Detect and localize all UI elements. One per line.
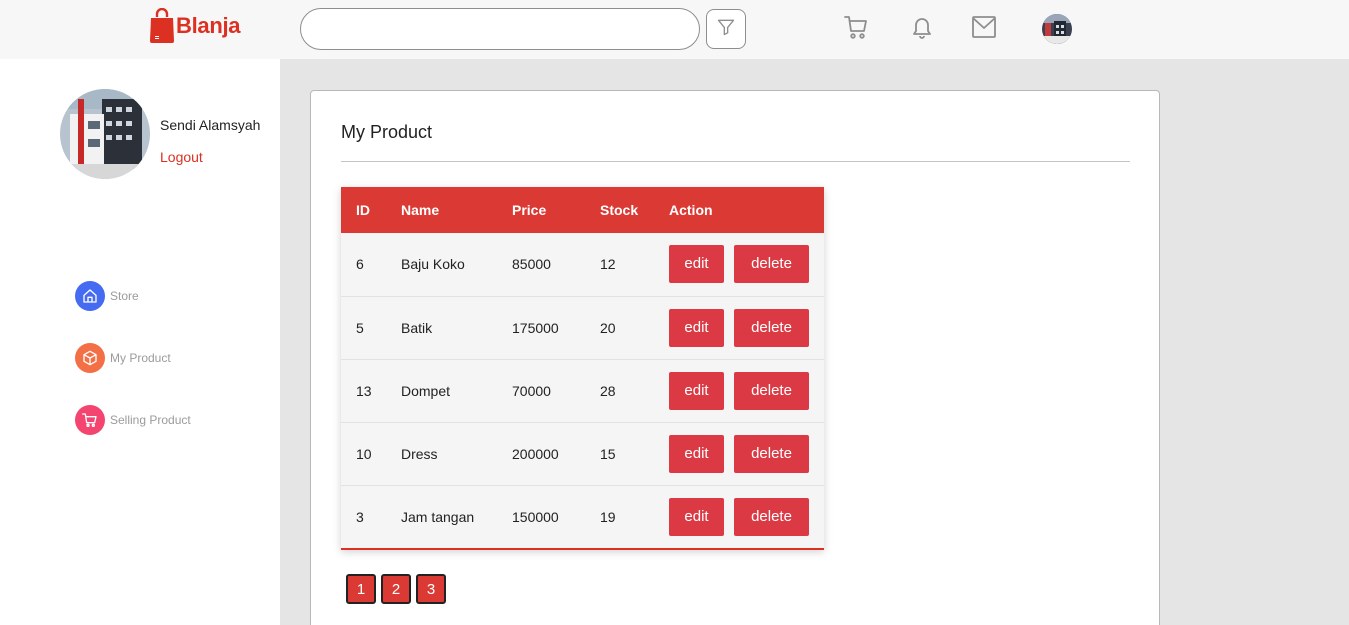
sidebar-item-my-product[interactable]: My Product	[75, 343, 171, 373]
cell-action: edit delete	[669, 359, 824, 422]
table-row: 10 Dress 200000 15 edit delete	[341, 422, 824, 485]
product-table: ID Name Price Stock Action 6 Baju Koko 8…	[341, 187, 824, 550]
cell-price: 85000	[512, 256, 551, 273]
cell-id: 5	[356, 319, 364, 336]
cell-price: 150000	[512, 508, 559, 525]
delete-button[interactable]: delete	[734, 371, 809, 410]
column-header-stock: Stock	[600, 202, 639, 218]
sidebar-item-store[interactable]: Store	[75, 281, 139, 311]
cell-name: Baju Koko	[401, 256, 465, 273]
profile-name: Sendi Alamsyah	[160, 117, 261, 133]
shopping-bag-icon	[149, 7, 175, 43]
search-input[interactable]	[300, 8, 700, 50]
cell-action: edit delete	[669, 296, 824, 359]
cell-id: 13	[356, 382, 372, 399]
logout-link[interactable]: Logout	[160, 149, 203, 165]
delete-button[interactable]: delete	[734, 434, 809, 473]
filter-icon	[716, 17, 736, 42]
top-navbar: Blanja	[0, 0, 1349, 59]
page-button-2[interactable]: 2	[381, 574, 411, 604]
cell-stock: 28	[600, 382, 616, 399]
cart-icon	[75, 405, 105, 435]
profile-avatar	[60, 89, 150, 179]
delete-button[interactable]: delete	[734, 497, 809, 536]
sidebar-item-label: My Product	[110, 351, 171, 365]
divider	[341, 161, 1130, 162]
edit-button[interactable]: edit	[669, 497, 724, 536]
bell-icon	[910, 14, 934, 45]
delete-button[interactable]: delete	[734, 245, 809, 284]
cell-id: 10	[356, 445, 372, 462]
page-title: My Product	[341, 122, 433, 142]
cell-id: 3	[356, 508, 364, 525]
cell-name: Batik	[401, 319, 433, 336]
table-header-row: ID Name Price Stock Action	[341, 187, 824, 233]
cell-stock: 15	[600, 445, 616, 462]
table-row: 6 Baju Koko 85000 12 edit delete	[341, 233, 824, 296]
column-header-action: Action	[669, 202, 713, 218]
cell-price: 70000	[512, 382, 551, 399]
filter-button[interactable]	[706, 9, 746, 49]
table-row: 5 Batik 175000 20 edit delete	[341, 296, 824, 359]
sidebar: Sendi Alamsyah Logout Store My Product S…	[0, 59, 280, 625]
sidebar-item-label: Selling Product	[110, 413, 191, 427]
brand-name: Blanja	[176, 12, 241, 38]
delete-button[interactable]: delete	[734, 308, 809, 347]
pagination: 1 2 3	[346, 574, 446, 604]
table-row: 13 Dompet 70000 28 edit delete	[341, 359, 824, 422]
column-header-price: Price	[512, 202, 547, 218]
column-header-name: Name	[401, 202, 440, 218]
home-icon	[75, 281, 105, 311]
brand-logo[interactable]: Blanja	[149, 7, 241, 43]
package-icon	[75, 343, 105, 373]
cell-action: edit delete	[669, 233, 824, 296]
cell-name: Dompet	[401, 382, 451, 399]
cell-price: 175000	[512, 319, 559, 336]
user-avatar[interactable]	[1042, 14, 1072, 44]
column-header-id: ID	[356, 202, 370, 218]
table-row: 3 Jam tangan 150000 19 edit delete	[341, 485, 824, 548]
sidebar-item-label: Store	[110, 289, 139, 303]
mail-icon	[971, 15, 997, 44]
cell-action: edit delete	[669, 422, 824, 485]
edit-button[interactable]: edit	[669, 245, 724, 284]
cell-stock: 12	[600, 256, 616, 273]
edit-button[interactable]: edit	[669, 308, 724, 347]
edit-button[interactable]: edit	[669, 434, 724, 473]
edit-button[interactable]: edit	[669, 371, 724, 410]
page-button-3[interactable]: 3	[416, 574, 446, 604]
cell-name: Jam tangan	[401, 508, 475, 525]
cell-stock: 20	[600, 319, 616, 336]
messages-button[interactable]	[971, 15, 997, 44]
cart-icon	[844, 14, 868, 45]
notifications-button[interactable]	[909, 16, 935, 42]
cell-stock: 19	[600, 508, 616, 525]
cell-action: edit delete	[669, 485, 824, 548]
cart-button[interactable]	[843, 14, 869, 45]
sidebar-item-selling-product[interactable]: Selling Product	[75, 405, 191, 435]
page-button-1[interactable]: 1	[346, 574, 376, 604]
cell-id: 6	[356, 256, 364, 273]
cell-price: 200000	[512, 445, 559, 462]
cell-name: Dress	[401, 445, 438, 462]
